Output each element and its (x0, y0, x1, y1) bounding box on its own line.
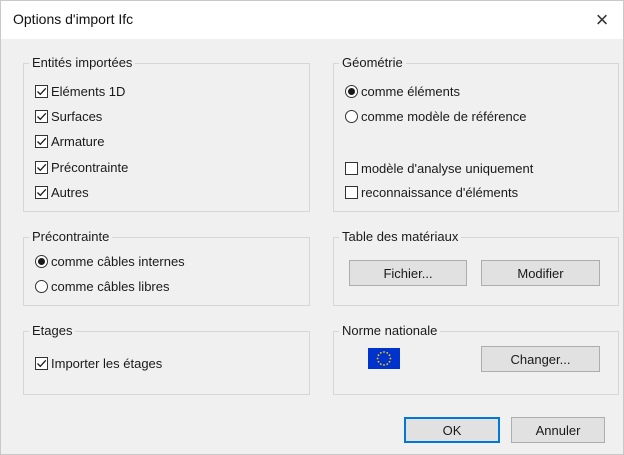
checkbox-label: reconnaissance d'éléments (361, 185, 519, 200)
radio-label: comme modèle de référence (361, 109, 527, 124)
radio-icon (345, 85, 358, 98)
checkbox-icon (345, 162, 358, 175)
radio-internal-cables[interactable]: comme câbles internes (35, 254, 185, 269)
radio-label: comme câbles libres (51, 279, 170, 294)
imported-entities-legend: Entités importées (29, 55, 136, 71)
file-button[interactable]: Fichier... (349, 260, 467, 286)
close-icon[interactable]: × (587, 5, 617, 35)
checkbox-label: modèle d'analyse uniquement (361, 161, 534, 176)
dialog-title: Options d'import Ifc (13, 11, 134, 27)
radio-icon (35, 280, 48, 293)
title-bar: Options d'import Ifc × (1, 1, 623, 39)
checkbox-label: Précontrainte (51, 160, 129, 175)
radio-icon (35, 255, 48, 268)
materials-table-legend: Table des matériaux (339, 229, 462, 245)
checkbox-icon (35, 186, 48, 199)
checkbox-import-floors[interactable]: Importer les étages (35, 356, 162, 371)
cancel-button[interactable]: Annuler (511, 417, 605, 443)
radio-label: comme câbles internes (51, 254, 185, 269)
modify-button[interactable]: Modifier (481, 260, 600, 286)
checkbox-surfaces[interactable]: Surfaces (35, 109, 102, 124)
checkbox-elements-1d[interactable]: Eléments 1D (35, 84, 125, 99)
radio-as-elements[interactable]: comme éléments (345, 84, 460, 99)
change-button[interactable]: Changer... (481, 346, 600, 372)
checkbox-analysis-model-only[interactable]: modèle d'analyse uniquement (345, 161, 533, 176)
radio-icon (345, 110, 358, 123)
geometry-legend: Géométrie (339, 55, 406, 71)
floors-legend: Etages (29, 323, 76, 339)
checkbox-label: Armature (51, 134, 105, 149)
checkbox-label: Eléments 1D (51, 84, 126, 99)
radio-free-cables[interactable]: comme câbles libres (35, 279, 170, 294)
prestress-legend: Précontrainte (29, 229, 113, 245)
ok-button[interactable]: OK (404, 417, 500, 443)
geometry-group: Géométrie comme éléments comme modèle de… (333, 55, 619, 212)
checkbox-icon (35, 135, 48, 148)
checkbox-armature[interactable]: Armature (35, 134, 104, 149)
materials-table-group: Table des matériaux Fichier... Modifier (333, 229, 619, 306)
floors-group: Etages Importer les étages (23, 323, 310, 395)
national-standard-legend: Norme nationale (339, 323, 441, 339)
imported-entities-group: Entités importées Eléments 1D Surfaces A… (23, 55, 310, 212)
checkbox-precontrainte[interactable]: Précontrainte (35, 160, 128, 175)
checkbox-label: Autres (51, 185, 89, 200)
prestress-group: Précontrainte comme câbles internes comm… (23, 229, 310, 306)
checkbox-label: Importer les étages (51, 356, 163, 371)
eu-flag-icon (368, 348, 400, 369)
checkbox-autres[interactable]: Autres (35, 185, 89, 200)
checkbox-icon (35, 161, 48, 174)
checkbox-icon (35, 85, 48, 98)
import-options-dialog: Options d'import Ifc × Entités importées… (0, 0, 624, 455)
checkbox-element-recognition[interactable]: reconnaissance d'éléments (345, 185, 518, 200)
radio-label: comme éléments (361, 84, 460, 99)
radio-as-reference-model[interactable]: comme modèle de référence (345, 109, 526, 124)
checkbox-icon (345, 186, 358, 199)
checkbox-icon (35, 110, 48, 123)
national-standard-group: Norme nationale Changer... (333, 323, 619, 395)
checkbox-icon (35, 357, 48, 370)
checkbox-label: Surfaces (51, 109, 103, 124)
